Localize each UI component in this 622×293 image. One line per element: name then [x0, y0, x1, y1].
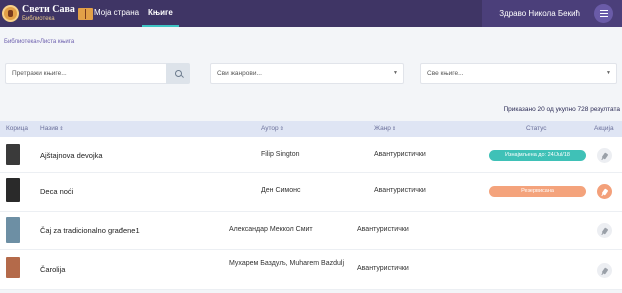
- book-title[interactable]: Čaj za tradicionalno građene1: [40, 226, 140, 235]
- table-row[interactable]: Deca noći Ден Симонс Авантуристички Резе…: [0, 173, 622, 212]
- logo-title: Свети Сава: [22, 4, 75, 15]
- table-row[interactable]: Čaj za tradicionalno građene1 Александар…: [0, 212, 622, 250]
- book-title[interactable]: Ajštajnova devojka: [40, 151, 103, 160]
- header-author[interactable]: Аутор⇕: [261, 121, 284, 137]
- sort-icon: ⇕: [391, 126, 397, 132]
- logo-subtitle: Библиотека: [22, 16, 55, 22]
- book-cover[interactable]: [6, 178, 20, 202]
- pin-icon: [601, 226, 608, 235]
- book-title[interactable]: Deca noći: [40, 187, 73, 196]
- saint-emblem-icon: [2, 5, 19, 22]
- book-genre: Авантуристички: [357, 265, 409, 272]
- results-summary: Приказано 20 од укупно 728 резултата: [503, 106, 620, 113]
- library-logo[interactable]: Свети Сава Библиотека: [2, 2, 93, 25]
- genre-select[interactable]: Сви жанрови... ▼: [210, 63, 404, 84]
- search-icon: [174, 70, 182, 77]
- sort-icon: ⇕: [59, 126, 64, 132]
- book-author: Filip Sington: [261, 151, 300, 158]
- header-author-label: Аутор: [261, 125, 279, 132]
- book-cover[interactable]: [6, 257, 20, 278]
- book-cover[interactable]: [6, 217, 20, 243]
- menu-line-icon: [599, 16, 608, 17]
- books-select-value: Све књиге...: [427, 70, 464, 77]
- book-author: Ден Симонс: [261, 187, 301, 194]
- reserve-button[interactable]: [597, 263, 612, 278]
- nav-my-page[interactable]: Моја страна: [94, 0, 139, 27]
- header-status: Статус: [526, 125, 547, 132]
- book-author: Александар Меккол Смит: [229, 226, 313, 233]
- header-title[interactable]: Назив⇕: [40, 121, 64, 137]
- menu-line-icon: [599, 13, 608, 14]
- reserve-button[interactable]: [597, 148, 612, 163]
- table-row[interactable]: Čarolija Мухарем Баздуљ, Muharem Bazdulj…: [0, 250, 622, 290]
- book-title[interactable]: Čarolija: [40, 265, 65, 274]
- chevron-down-icon: ▼: [606, 70, 611, 76]
- genre-select-value: Сви жанрови...: [217, 70, 262, 77]
- reserve-button[interactable]: [597, 223, 612, 238]
- menu-line-icon: [599, 10, 608, 11]
- book-genre: Авантуристички: [374, 151, 426, 158]
- user-greeting: Здраво Никола Бекић: [499, 9, 580, 18]
- reserve-button[interactable]: [597, 184, 612, 199]
- book-genre: Авантуристички: [374, 187, 426, 194]
- logo-text: Свети Сава Библиотека: [22, 4, 75, 23]
- status-badge: Изнајмљена до: 24/Jul/18: [489, 150, 586, 161]
- nav-books[interactable]: Књиге: [142, 0, 179, 27]
- table-header: Корица Назив⇕ Аутор⇕ Жанр⇕ Статус Акција: [0, 121, 622, 137]
- pin-icon: [601, 187, 608, 196]
- header-genre-label: Жанр: [374, 125, 391, 132]
- status-badge: Резервисана: [489, 186, 586, 197]
- table-row[interactable]: Ajštajnova devojka Filip Sington Авантур…: [0, 137, 622, 173]
- search-button[interactable]: [166, 63, 190, 84]
- books-select[interactable]: Све књиге... ▼: [420, 63, 617, 84]
- chevron-down-icon: ▼: [393, 70, 398, 76]
- book-genre: Авантуристички: [357, 226, 409, 233]
- header-action: Акција: [594, 125, 614, 132]
- header-cover: Корица: [6, 125, 28, 132]
- book-author: Мухарем Баздуљ, Muharem Bazdulj: [229, 260, 345, 267]
- pin-icon: [601, 266, 608, 275]
- pin-icon: [601, 151, 608, 160]
- open-book-icon: [77, 7, 93, 20]
- header-title-label: Назив: [40, 125, 59, 132]
- sort-icon: ⇕: [279, 126, 284, 132]
- hamburger-menu-button[interactable]: [594, 4, 613, 23]
- breadcrumb[interactable]: Библиотека»Листа књига: [4, 39, 74, 45]
- header-genre[interactable]: Жанр⇕: [374, 121, 396, 137]
- books-table: Корица Назив⇕ Аутор⇕ Жанр⇕ Статус Акција…: [0, 121, 622, 290]
- search-input[interactable]: Претражи књиге...: [5, 63, 167, 84]
- book-cover[interactable]: [6, 144, 20, 165]
- top-navbar: Свети Сава Библиотека Моја страна Књиге …: [0, 0, 622, 27]
